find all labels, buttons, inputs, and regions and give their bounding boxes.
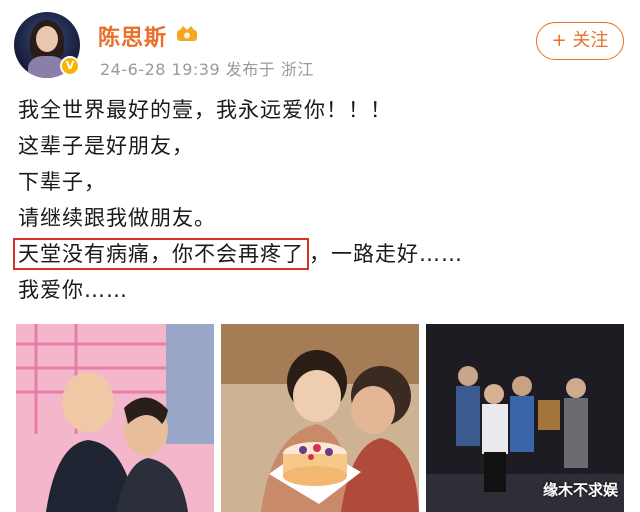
post-line: 天堂没有病痛，你不会再疼了 ，一路走好…… bbox=[13, 236, 618, 272]
follow-button[interactable]: + 关注 bbox=[536, 22, 624, 60]
photo-2-image bbox=[221, 324, 419, 512]
watermark-text: 缘木不求娱 bbox=[542, 481, 618, 499]
post-text: ，一路走好…… bbox=[309, 242, 463, 266]
post-photo-2[interactable] bbox=[221, 324, 419, 512]
author-name[interactable]: 陈思斯 bbox=[98, 20, 167, 52]
avatar-face bbox=[36, 26, 58, 52]
post-meta: 24-6-28 19:39 发布于 浙江 bbox=[100, 60, 314, 79]
post-line: 我全世界最好的壹，我永远爱你！！！ bbox=[18, 98, 392, 122]
verified-badge-icon: V bbox=[60, 56, 80, 76]
post-line: 我爱你…… bbox=[18, 278, 128, 302]
vip-crown-icon bbox=[177, 26, 197, 41]
post-photo-1[interactable] bbox=[16, 324, 214, 512]
highlighted-text: 天堂没有病痛，你不会再疼了 bbox=[13, 238, 309, 270]
post-line: 这辈子是好朋友， bbox=[18, 134, 194, 158]
post-body: 我全世界最好的壹，我永远爱你！！！ 这辈子是好朋友， 下辈子， 请继续跟我做朋友… bbox=[13, 92, 618, 308]
photo-1-image bbox=[16, 324, 214, 512]
post-line: 下辈子， bbox=[18, 170, 106, 194]
post-line: 请继续跟我做朋友。 bbox=[18, 206, 216, 230]
post-photo-3[interactable]: 缘木不求娱 bbox=[426, 324, 624, 512]
